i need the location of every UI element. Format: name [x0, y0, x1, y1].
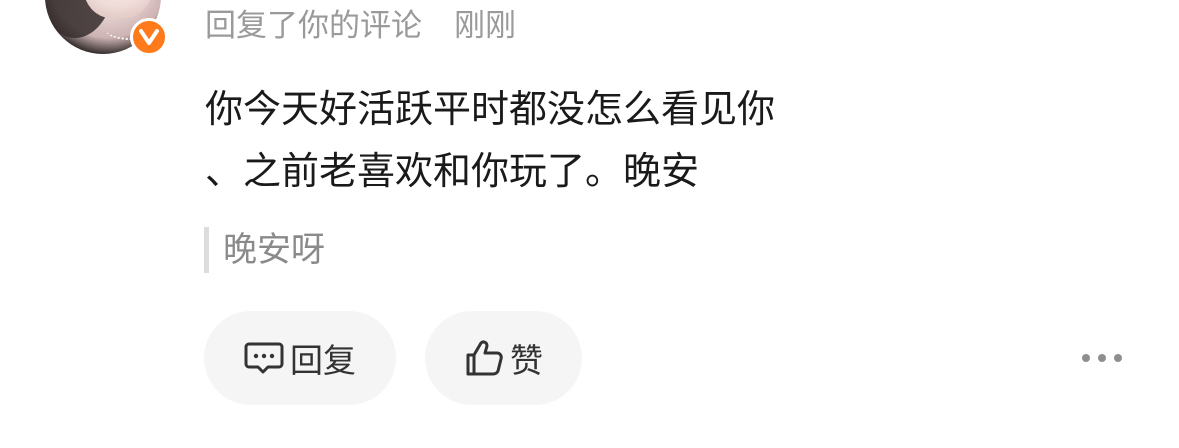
- dot: [1082, 354, 1090, 362]
- thumbs-up-icon: [464, 339, 504, 377]
- quoted-comment[interactable]: 晚安呀: [204, 227, 325, 273]
- timestamp: 刚刚: [454, 7, 516, 44]
- comment-line: 你今天好活跃平时都没怎么看见你: [205, 87, 776, 131]
- dot: [1098, 354, 1106, 362]
- reply-button[interactable]: 回复: [204, 311, 396, 405]
- like-button[interactable]: 赞: [425, 311, 582, 405]
- action-text: 回复了你的评论: [205, 7, 422, 44]
- v-badge-icon: [130, 18, 168, 56]
- dot: [1114, 354, 1122, 362]
- comment-bubble-icon: [244, 340, 284, 376]
- more-dots-icon[interactable]: [1082, 348, 1122, 368]
- comment-body[interactable]: 你今天好活跃平时都没怎么看见你 、之前老喜欢和你玩了。晚安: [205, 78, 905, 202]
- comment-line: 、之前老喜欢和你玩了。晚安: [205, 149, 700, 193]
- like-label: 赞: [510, 341, 543, 380]
- comment-meta: 回复了你的评论 刚刚: [205, 2, 516, 44]
- comment-notification: 回复了你的评论 刚刚 你今天好活跃平时都没怎么看见你 、之前老喜欢和你玩了。晚安…: [0, 0, 1179, 448]
- reply-label: 回复: [290, 341, 356, 380]
